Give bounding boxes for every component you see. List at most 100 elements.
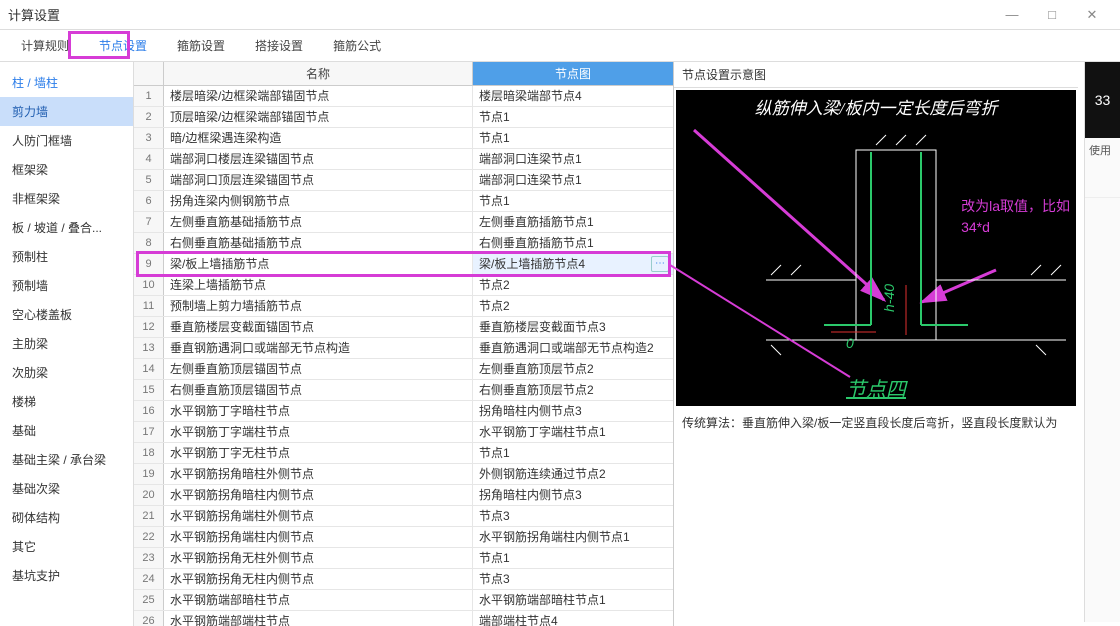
row-num: 13 bbox=[134, 338, 164, 358]
row-name: 水平钢筋拐角暗柱内侧节点 bbox=[164, 485, 473, 505]
row-img[interactable]: 节点3 bbox=[473, 506, 673, 526]
right-badge: 33 bbox=[1085, 62, 1120, 138]
titlebar: 计算设置 — □ ✕ bbox=[0, 0, 1120, 30]
row-img[interactable]: 拐角暗柱内侧节点3 bbox=[473, 485, 673, 505]
sidebar-item-framebeam[interactable]: 框架梁 bbox=[0, 155, 133, 184]
minimize-button[interactable]: — bbox=[992, 3, 1032, 27]
row-num: 21 bbox=[134, 506, 164, 526]
row-img[interactable]: 拐角暗柱内侧节点3 bbox=[473, 401, 673, 421]
row-img[interactable]: 节点1 bbox=[473, 443, 673, 463]
row-name: 左侧垂直筋基础插筋节点 bbox=[164, 212, 473, 232]
sidebar-item-foundation[interactable]: 基础 bbox=[0, 416, 133, 445]
table-row[interactable]: 3暗/边框梁遇连梁构造节点1 bbox=[134, 128, 673, 149]
table-row[interactable]: 16水平钢筋丁字暗柱节点拐角暗柱内侧节点3 bbox=[134, 401, 673, 422]
row-img[interactable]: 节点1 bbox=[473, 107, 673, 127]
row-img[interactable]: 水平钢筋丁字端柱节点1 bbox=[473, 422, 673, 442]
row-img[interactable]: 右侧垂直筋顶层节点2 bbox=[473, 380, 673, 400]
close-button[interactable]: ✕ bbox=[1072, 3, 1112, 27]
tab-calc-rules[interactable]: 计算规则 bbox=[6, 30, 84, 61]
sidebar-item-foundation-sub-beam[interactable]: 基础次梁 bbox=[0, 474, 133, 503]
sidebar-item-precast-wall[interactable]: 预制墙 bbox=[0, 271, 133, 300]
table-row[interactable]: 5端部洞口顶层连梁锚固节点端部洞口连梁节点1 bbox=[134, 170, 673, 191]
tab-stirrup-formula[interactable]: 箍筋公式 bbox=[318, 30, 396, 61]
table-row[interactable]: 1楼层暗梁/边框梁端部锚固节点楼层暗梁端部节点4 bbox=[134, 86, 673, 107]
sidebar-item-shearwall[interactable]: 剪力墙 bbox=[0, 97, 133, 126]
row-name: 水平钢筋端部端柱节点 bbox=[164, 611, 473, 626]
table-row[interactable]: 23水平钢筋拐角无柱外侧节点节点1 bbox=[134, 548, 673, 569]
sidebar-item-precast-column[interactable]: 预制柱 bbox=[0, 242, 133, 271]
table-row[interactable]: 21水平钢筋拐角端柱外侧节点节点3 bbox=[134, 506, 673, 527]
tab-stirrup-settings[interactable]: 箍筋设置 bbox=[162, 30, 240, 61]
table-row[interactable]: 2顶层暗梁/边框梁端部锚固节点节点1 bbox=[134, 107, 673, 128]
table-row[interactable]: 25水平钢筋端部暗柱节点水平钢筋端部暗柱节点1 bbox=[134, 590, 673, 611]
table-row[interactable]: 17水平钢筋丁字端柱节点水平钢筋丁字端柱节点1 bbox=[134, 422, 673, 443]
row-img[interactable]: 水平钢筋端部暗柱节点1 bbox=[473, 590, 673, 610]
sidebar-item-slab[interactable]: 板 / 坡道 / 叠合... bbox=[0, 213, 133, 242]
table-row[interactable]: 22水平钢筋拐角端柱内侧节点水平钢筋拐角端柱内侧节点1 bbox=[134, 527, 673, 548]
sidebar-item-airdefense[interactable]: 人防门框墙 bbox=[0, 126, 133, 155]
row-img[interactable]: 左侧垂直筋插筋节点1 bbox=[473, 212, 673, 232]
sidebar-item-hollow-slab[interactable]: 空心楼盖板 bbox=[0, 300, 133, 329]
sidebar-item-main-rib[interactable]: 主肋梁 bbox=[0, 329, 133, 358]
table-row[interactable]: 26水平钢筋端部端柱节点端部端柱节点4 bbox=[134, 611, 673, 626]
sidebar-item-masonry[interactable]: 砌体结构 bbox=[0, 503, 133, 532]
table-row[interactable]: 24水平钢筋拐角无柱内侧节点节点3 bbox=[134, 569, 673, 590]
row-name: 梁/板上墙插筋节点 bbox=[164, 254, 473, 274]
row-num: 23 bbox=[134, 548, 164, 568]
row-img[interactable]: 水平钢筋拐角端柱内侧节点1 bbox=[473, 527, 673, 547]
table-row[interactable]: 13垂直钢筋遇洞口或端部无节点构造垂直筋遇洞口或端部无节点构造2 bbox=[134, 338, 673, 359]
table-row[interactable]: 7左侧垂直筋基础插筋节点左侧垂直筋插筋节点1 bbox=[134, 212, 673, 233]
row-img[interactable]: 节点1 bbox=[473, 548, 673, 568]
sidebar-item-stairs[interactable]: 楼梯 bbox=[0, 387, 133, 416]
table-row[interactable]: 4端部洞口楼层连梁锚固节点端部洞口连梁节点1 bbox=[134, 149, 673, 170]
table-row[interactable]: 6拐角连梁内侧钢筋节点节点1 bbox=[134, 191, 673, 212]
row-img[interactable]: 垂直筋遇洞口或端部无节点构造2 bbox=[473, 338, 673, 358]
row-img[interactable]: 端部端柱节点4 bbox=[473, 611, 673, 626]
dim-zero: 0 bbox=[846, 335, 854, 351]
table-row[interactable]: 12垂直筋楼层变截面锚固节点垂直筋楼层变截面节点3 bbox=[134, 317, 673, 338]
row-num: 25 bbox=[134, 590, 164, 610]
row-num: 17 bbox=[134, 422, 164, 442]
sidebar-item-secondary-rib[interactable]: 次肋梁 bbox=[0, 358, 133, 387]
row-img[interactable]: 左侧垂直筋顶层节点2 bbox=[473, 359, 673, 379]
col-img[interactable]: 节点图 bbox=[473, 62, 673, 85]
row-img[interactable]: 楼层暗梁端部节点4 bbox=[473, 86, 673, 106]
table-row[interactable]: 20水平钢筋拐角暗柱内侧节点拐角暗柱内侧节点3 bbox=[134, 485, 673, 506]
row-name: 水平钢筋丁字暗柱节点 bbox=[164, 401, 473, 421]
sidebar-item-foundation-beam[interactable]: 基础主梁 / 承台梁 bbox=[0, 445, 133, 474]
table-row[interactable]: 15右侧垂直筋顶层锚固节点右侧垂直筋顶层节点2 bbox=[134, 380, 673, 401]
row-img[interactable]: 节点2 bbox=[473, 296, 673, 316]
sidebar-item-pit[interactable]: 基坑支护 bbox=[0, 561, 133, 590]
col-name[interactable]: 名称 bbox=[164, 62, 473, 85]
row-img[interactable]: 梁/板上墙插筋节点4⋯ bbox=[473, 254, 673, 274]
ellipsis-button[interactable]: ⋯ bbox=[651, 256, 669, 272]
sidebar-item-other[interactable]: 其它 bbox=[0, 532, 133, 561]
row-img[interactable]: 端部洞口连梁节点1 bbox=[473, 149, 673, 169]
row-img[interactable]: 节点3 bbox=[473, 569, 673, 589]
row-img[interactable]: 节点1 bbox=[473, 191, 673, 211]
table-row[interactable]: 14左侧垂直筋顶层锚固节点左侧垂直筋顶层节点2 bbox=[134, 359, 673, 380]
sidebar-item-nonframebeam[interactable]: 非框架梁 bbox=[0, 184, 133, 213]
row-num: 7 bbox=[134, 212, 164, 232]
tab-node-settings[interactable]: 节点设置 bbox=[84, 30, 162, 61]
row-img[interactable]: 节点1 bbox=[473, 128, 673, 148]
diagram-foot: 节点四 bbox=[676, 373, 1076, 402]
table-row[interactable]: 11预制墙上剪力墙插筋节点节点2 bbox=[134, 296, 673, 317]
table-row[interactable]: 8右侧垂直筋基础插筋节点右侧垂直筋插筋节点1 bbox=[134, 233, 673, 254]
row-img[interactable]: 外侧钢筋连续通过节点2 bbox=[473, 464, 673, 484]
table-row[interactable]: 9梁/板上墙插筋节点梁/板上墙插筋节点4⋯ bbox=[134, 254, 673, 275]
row-name: 水平钢筋拐角无柱内侧节点 bbox=[164, 569, 473, 589]
table-row[interactable]: 18水平钢筋丁字无柱节点节点1 bbox=[134, 443, 673, 464]
row-img[interactable]: 节点2 bbox=[473, 275, 673, 295]
table-row[interactable]: 10连梁上墙插筋节点节点2 bbox=[134, 275, 673, 296]
table: 名称 节点图 1楼层暗梁/边框梁端部锚固节点楼层暗梁端部节点42顶层暗梁/边框梁… bbox=[134, 62, 674, 626]
row-img[interactable]: 右侧垂直筋插筋节点1 bbox=[473, 233, 673, 253]
sidebar-item-column[interactable]: 柱 / 墙柱 bbox=[0, 68, 133, 97]
row-img[interactable]: 端部洞口连梁节点1 bbox=[473, 170, 673, 190]
tab-lap-settings[interactable]: 搭接设置 bbox=[240, 30, 318, 61]
row-name: 水平钢筋丁字无柱节点 bbox=[164, 443, 473, 463]
row-num: 12 bbox=[134, 317, 164, 337]
maximize-button[interactable]: □ bbox=[1032, 3, 1072, 27]
row-img[interactable]: 垂直筋楼层变截面节点3 bbox=[473, 317, 673, 337]
table-row[interactable]: 19水平钢筋拐角暗柱外侧节点外侧钢筋连续通过节点2 bbox=[134, 464, 673, 485]
